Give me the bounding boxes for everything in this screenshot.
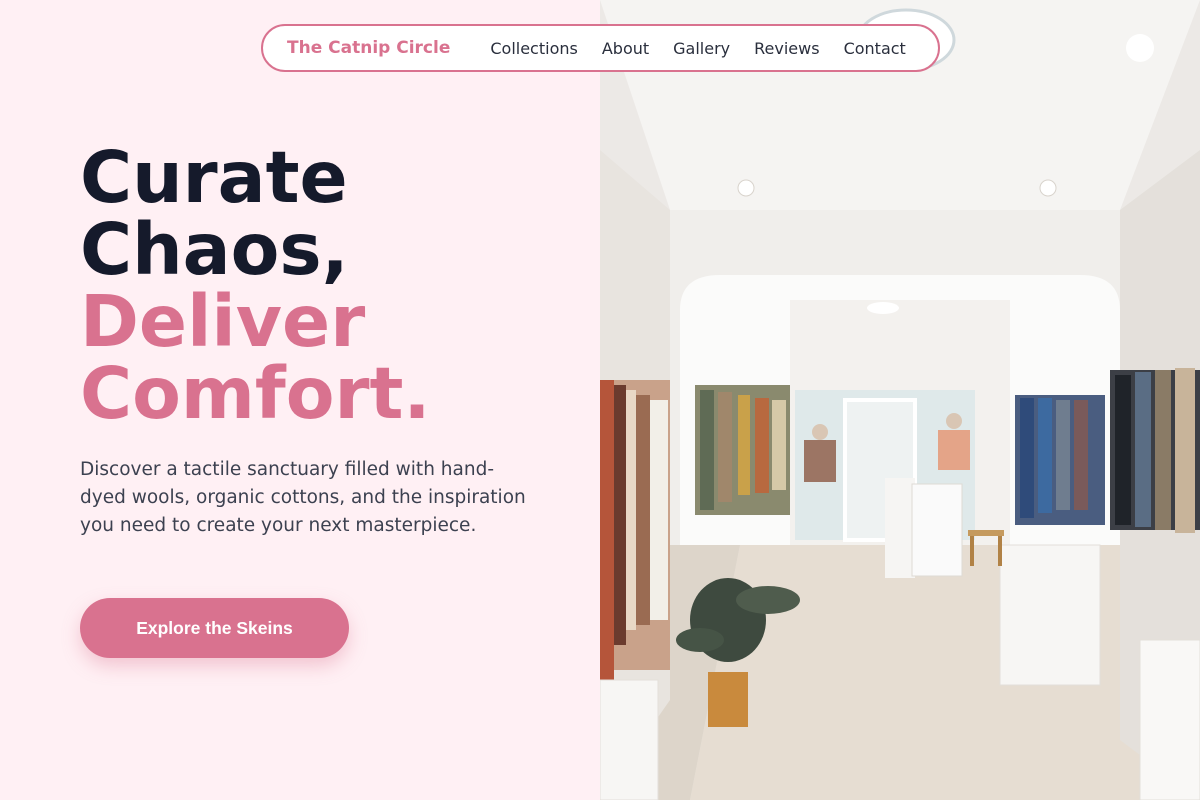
headline-line-deliver: Deliver bbox=[80, 280, 366, 363]
headline-line-curate: Curate bbox=[80, 136, 348, 219]
shop-interior-photo bbox=[600, 0, 1200, 800]
brand-logo[interactable]: The Catnip Circle bbox=[287, 38, 450, 58]
nav-link-contact[interactable]: Contact bbox=[844, 39, 906, 58]
headline-line-comfort: Comfort. bbox=[80, 352, 431, 435]
top-navigation: The Catnip Circle Collections About Gall… bbox=[261, 24, 940, 72]
nav-link-reviews[interactable]: Reviews bbox=[754, 39, 819, 58]
nav-link-about[interactable]: About bbox=[602, 39, 649, 58]
hero-description: Discover a tactile sanctuary filled with… bbox=[80, 459, 526, 536]
nav-link-gallery[interactable]: Gallery bbox=[673, 39, 730, 58]
explore-skeins-button[interactable]: Explore the Skeins bbox=[80, 598, 349, 658]
nav-link-collections[interactable]: Collections bbox=[490, 39, 577, 58]
headline-line-chaos: Chaos, bbox=[80, 208, 349, 291]
hero-headline: Curate Chaos, Deliver Comfort. bbox=[80, 142, 430, 430]
